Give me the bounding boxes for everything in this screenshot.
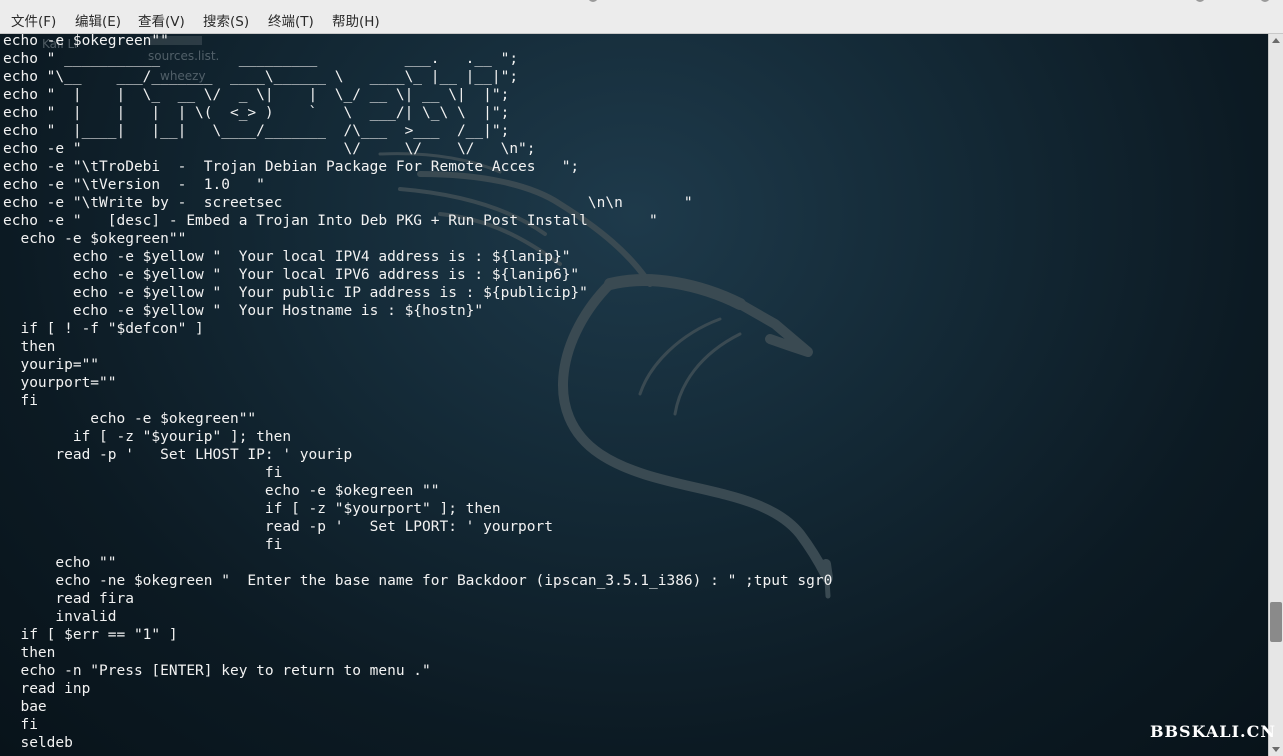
window-control-icon[interactable] [1195, 0, 1205, 2]
terminal-line: echo -e $okegreen"" [3, 411, 257, 427]
terminal-line: echo -ne $okegreen " Enter the base name… [3, 573, 833, 589]
scroll-up-icon[interactable] [1272, 38, 1280, 43]
scrollbar-thumb[interactable] [1270, 602, 1282, 642]
terminal-line: echo -e $yellow " Your Hostname is : ${h… [3, 303, 484, 319]
menu-terminal[interactable]: 终端(T) [266, 0, 316, 33]
menu-help[interactable]: 帮助(H) [330, 0, 382, 33]
window-control-icon[interactable] [588, 0, 598, 2]
terminal-line: if [ $err == "1" ] [3, 627, 178, 643]
terminal-line: echo " ___________ _________ ___. .__ "; [3, 51, 519, 67]
terminal-line: fi [3, 717, 38, 733]
terminal-line: echo -e $okegreen"" [3, 34, 169, 49]
menu-view[interactable]: 查看(V) [136, 0, 187, 33]
watermark-text: BBSKALI.CN [1150, 722, 1276, 741]
terminal-line: invalid [3, 609, 117, 625]
terminal-line: echo -e "\tWrite by - screetsec \n\n " [3, 195, 693, 211]
terminal-line: echo -e $okegreen "" [3, 483, 440, 499]
terminal-line: fi [3, 465, 283, 481]
terminal-line: fi [3, 537, 283, 553]
terminal-line: if [ -z "$yourport" ]; then [3, 501, 501, 517]
terminal-line: read fira [3, 591, 134, 607]
terminal-line: then [3, 339, 56, 355]
menu-edit[interactable]: 编辑(E) [73, 0, 123, 33]
menu-file[interactable]: 文件(F) [9, 0, 58, 33]
terminal-line: echo -e $yellow " Your local IPV6 addres… [3, 267, 580, 283]
scroll-down-icon[interactable] [1272, 747, 1280, 752]
terminal-line: echo -e $okegreen"" [3, 231, 187, 247]
terminal-line: fi [3, 393, 38, 409]
terminal-line: bae [3, 699, 47, 715]
window-control-icon[interactable] [1260, 0, 1270, 2]
vertical-scrollbar[interactable] [1268, 34, 1283, 756]
terminal-line: read -p ' Set LHOST IP: ' yourip [3, 447, 353, 463]
terminal-line: echo -e "\tVersion - 1.0 " [3, 177, 265, 193]
terminal-line: then [3, 645, 56, 661]
terminal-line: seldeb [3, 735, 73, 751]
terminal-line: echo -e "\tTroDebi - Trojan Debian Packa… [3, 159, 580, 175]
terminal-output-area[interactable]: Kali Li sources.list. wheezy echo -e $ok… [0, 34, 1268, 756]
terminal-line: if [ -z "$yourip" ]; then [3, 429, 292, 445]
terminal-line: read inp [3, 681, 91, 697]
terminal-line: echo -n "Press [ENTER] key to return to … [3, 663, 431, 679]
menu-search[interactable]: 搜索(S) [201, 0, 251, 33]
terminal-line: read -p ' Set LPORT: ' yourport [3, 519, 553, 535]
terminal-line: if [ ! -f "$defcon" ] [3, 321, 204, 337]
terminal-line: echo -e $yellow " Your public IP address… [3, 285, 588, 301]
menu-bar: 文件(F) 编辑(E) 查看(V) 搜索(S) 终端(T) 帮助(H) [0, 0, 1283, 34]
terminal-window: 文件(F) 编辑(E) 查看(V) 搜索(S) 终端(T) 帮助(H) Kali… [0, 0, 1283, 756]
terminal-line: echo "" [3, 555, 117, 571]
terminal-text: echo -e $okegreen"" echo " ___________ __… [3, 34, 832, 752]
terminal-line: echo " | | | | \( <_> ) ` \ ___/| \_\ \ … [3, 105, 510, 121]
terminal-line: echo " |____| |__| \____/_______ /\___ >… [3, 123, 510, 139]
terminal-line: echo -e $yellow " Your local IPV4 addres… [3, 249, 571, 265]
terminal-line: echo " | | \_ __ \/ _ \| | \_/ __ \| __ … [3, 87, 510, 103]
terminal-line: echo "\__ ___/_______ ____\______ \ ____… [3, 69, 519, 85]
terminal-line: yourip="" [3, 357, 100, 373]
terminal-line: yourport="" [3, 375, 117, 391]
terminal-line: echo -e " \/ \/ \/ \n"; [3, 141, 536, 157]
terminal-line: echo -e " [desc] - Embed a Trojan Into D… [3, 213, 658, 229]
